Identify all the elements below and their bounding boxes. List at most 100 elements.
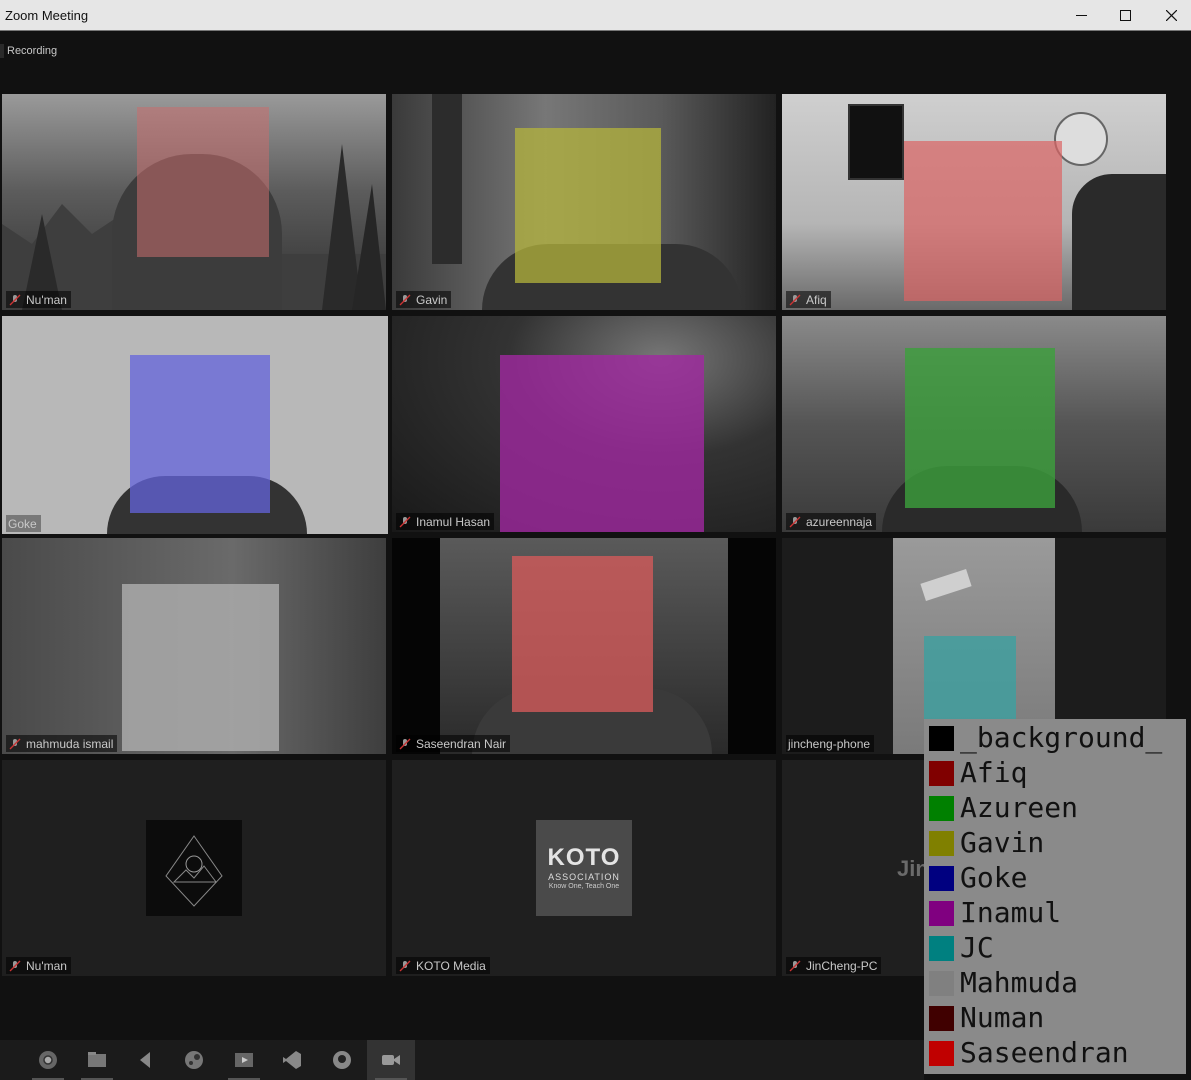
minimize-icon [1075, 14, 1087, 16]
taskbar-vscode[interactable] [268, 1040, 316, 1080]
legend-swatch [929, 935, 954, 961]
close-icon [1165, 9, 1177, 21]
video-tile-numan-2[interactable]: Nu'man [2, 760, 386, 976]
legend-label: Numan [960, 1001, 1045, 1034]
legend-swatch [929, 865, 954, 891]
legend-swatch [929, 830, 954, 856]
face-box-saseendran [512, 556, 653, 712]
profile-picture [146, 820, 242, 916]
github-icon [333, 1051, 351, 1069]
windows-taskbar [0, 1040, 924, 1080]
koto-logo-word: KOTO [547, 844, 621, 871]
taskbar-steam[interactable] [170, 1040, 218, 1080]
face-box-numan [137, 107, 269, 257]
face-box-goke [130, 355, 270, 513]
recording-indicator[interactable]: Recording [0, 42, 57, 60]
participant-name-tag: Gavin [396, 291, 452, 308]
taskbar-chrome[interactable] [24, 1040, 72, 1080]
video-tile-numan[interactable]: Nu'man [2, 94, 386, 310]
face-box-afiq [904, 141, 1062, 301]
muted-mic-icon [789, 516, 801, 527]
legend-item: Numan [929, 1003, 1044, 1033]
muted-mic-icon [399, 516, 411, 527]
muted-mic-icon [399, 960, 411, 971]
face-box-gavin [515, 128, 661, 283]
legend-label: _background_ [960, 721, 1163, 754]
maximize-button[interactable] [1102, 0, 1148, 30]
taskbar-github[interactable] [318, 1040, 366, 1080]
curtain [432, 94, 462, 264]
participant-name-tag: azureennaja [786, 513, 877, 530]
legend-swatch [929, 1005, 954, 1031]
face-box-inamul [500, 355, 704, 532]
muted-mic-icon [9, 738, 21, 749]
video-tile-saseendran[interactable]: Saseendran Nair [392, 538, 776, 754]
muted-mic-icon [9, 960, 21, 971]
legend-swatch [929, 1040, 954, 1066]
legend-item: JC [929, 933, 994, 963]
muted-mic-icon [789, 294, 801, 305]
participant-name-tag: KOTO Media [396, 957, 490, 974]
legend-label: Gavin [960, 826, 1045, 859]
legend-label: Azureen [960, 791, 1079, 824]
legend-swatch [929, 795, 954, 821]
video-tile-inamul[interactable]: Inamul Hasan [392, 316, 776, 532]
video-tile-afiq[interactable]: Afiq [782, 94, 1166, 310]
windows-start-button[interactable] [0, 1040, 10, 1080]
legend-swatch [929, 900, 954, 926]
wall-frame [848, 104, 904, 180]
legend-swatch [929, 760, 954, 786]
participant-name-tag: Inamul Hasan [396, 513, 495, 530]
participant-name-tag: Goke [6, 515, 41, 532]
mountain-logo-icon [165, 835, 223, 907]
participant-name-tag: Nu'man [6, 957, 71, 974]
windows-start-icon [0, 1049, 9, 1071]
legend-label: Afiq [960, 756, 1028, 789]
recording-icon [0, 44, 4, 58]
muted-mic-icon [399, 294, 411, 305]
wall-clock [1054, 112, 1108, 166]
legend-item: Afiq [929, 758, 1027, 788]
minimize-button[interactable] [1058, 0, 1104, 30]
legend-label: Inamul [960, 896, 1062, 929]
window-title: Zoom Meeting [5, 8, 89, 23]
face-box-azureen [905, 348, 1055, 508]
participant-name-tag: Afiq [786, 291, 831, 308]
legend-label: Goke [960, 861, 1028, 894]
legend-item: Mahmuda [929, 968, 1078, 998]
plant [1072, 174, 1166, 310]
muted-mic-icon [789, 960, 801, 971]
close-button[interactable] [1148, 0, 1191, 30]
legend-item: Gavin [929, 828, 1044, 858]
legend-item: Inamul [929, 898, 1061, 928]
video-tile-mahmuda[interactable]: mahmuda ismail [2, 538, 386, 754]
legend-label: Saseendran [960, 1036, 1129, 1069]
legend-item: _background_ [929, 723, 1162, 753]
legend-item: Azureen [929, 793, 1078, 823]
steam-icon [185, 1051, 203, 1069]
video-tile-gavin[interactable]: Gavin [392, 94, 776, 310]
window-titlebar: Zoom Meeting [0, 0, 1191, 31]
koto-logo-subtitle: ASSOCIATION [548, 872, 620, 882]
legend-item: Goke [929, 863, 1027, 893]
participant-name-tag: Saseendran Nair [396, 735, 511, 752]
face-box-mahmuda [122, 584, 279, 751]
video-tile-koto-media[interactable]: KOTO ASSOCIATION Know One, Teach One KOT… [392, 760, 776, 976]
muted-mic-icon [9, 294, 21, 305]
legend-item: Saseendran [929, 1038, 1129, 1068]
taskbar-file-explorer[interactable] [73, 1040, 121, 1080]
participant-name-tag: Nu'man [6, 291, 71, 308]
zoom-icon [382, 1055, 400, 1065]
taskbar-media-player[interactable] [121, 1040, 169, 1080]
koto-logo: KOTO ASSOCIATION Know One, Teach One [536, 820, 632, 916]
taskbar-zoom[interactable] [367, 1040, 415, 1080]
participant-name-tag: mahmuda ismail [6, 735, 118, 752]
file-explorer-icon [88, 1052, 106, 1067]
video-tile-goke[interactable]: Goke [2, 316, 388, 534]
koto-logo-tagline: Know One, Teach One [548, 883, 620, 890]
chrome-icon [39, 1051, 57, 1069]
legend-swatch [929, 970, 954, 996]
media-player-icon [140, 1052, 150, 1068]
video-tile-azureennaja[interactable]: azureennaja [782, 316, 1166, 532]
taskbar-video-editor[interactable] [220, 1040, 268, 1080]
